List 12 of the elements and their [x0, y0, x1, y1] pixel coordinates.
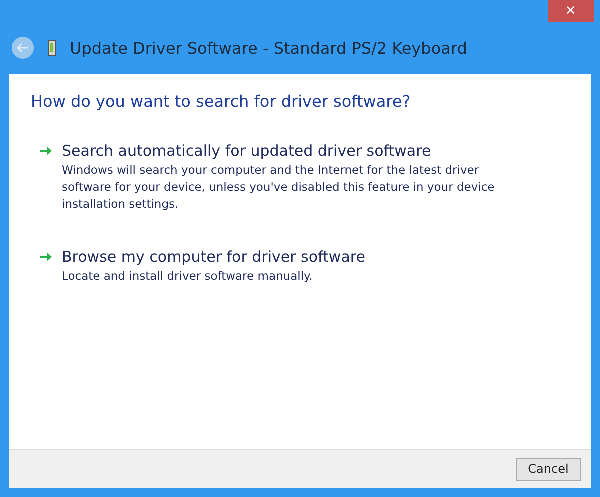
arrow-icon [39, 251, 53, 263]
option-link[interactable]: Browse my computer for driver software [62, 248, 366, 266]
option-link[interactable]: Search automatically for updated driver software [62, 142, 432, 160]
keyboard-icon [48, 40, 56, 56]
window-title: Update Driver Software - Standard PS/2 Keyboard [70, 38, 468, 58]
option-description: Locate and install driver software manually. [62, 268, 314, 285]
close-button[interactable]: ✕ [548, 0, 594, 22]
back-arrow-icon [17, 43, 29, 53]
arrow-icon [39, 145, 53, 157]
page-heading: How do you want to search for driver software? [31, 92, 412, 111]
cancel-button[interactable]: Cancel [516, 458, 581, 480]
option-description: Windows will search your computer and the Internet for the latest driver software for your device, unless you've disabled this feature in your device installation settings. [62, 162, 496, 213]
